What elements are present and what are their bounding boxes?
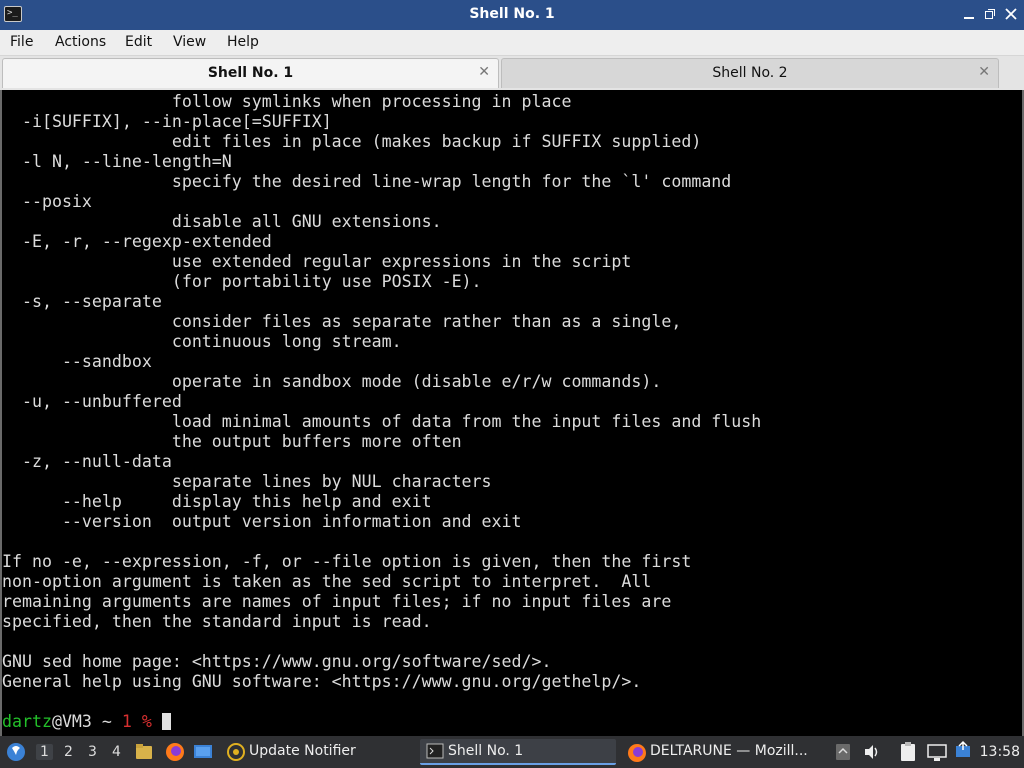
menu-edit[interactable]: Edit [125,34,152,50]
close-icon [1005,8,1017,20]
folder-icon [136,744,152,759]
prompt-history-number: 1 % [121,712,152,731]
start-menu-icon [7,743,25,761]
tray-expand-button[interactable] [834,736,852,768]
terminal-line: --posix [2,192,92,211]
tab-close-icon[interactable]: ✕ [478,64,490,80]
volume-button[interactable] [862,736,882,768]
task-shell-1[interactable]: Shell No. 1 [420,739,616,765]
menu-view[interactable]: View [173,34,206,50]
file-manager-launcher[interactable] [134,736,154,768]
terminal-line: GNU sed home page: <https://www.gnu.org/… [2,652,552,671]
terminal-line: consider files as separate rather than a… [2,312,682,331]
clock: 13:58 [979,744,1020,760]
volume-icon [865,745,878,759]
terminal-line: use extended regular expressions in the … [2,252,632,271]
terminal-line: continuous long stream. [2,332,402,351]
terminal-line: -z, --null-data [2,452,172,471]
terminal-line: --help display this help and exit [2,492,432,511]
desktop-2[interactable]: 2 [64,744,73,760]
tab-bar: Shell No. 1 ✕ Shell No. 2 ✕ [0,56,1024,90]
tab-label: Shell No. 1 [207,65,294,81]
start-menu-button[interactable] [4,736,28,768]
prompt-spacer [152,712,162,731]
update-status-icon [956,740,970,757]
terminal-line: separate lines by NUL characters [2,472,492,491]
tray-expand-icon [836,744,850,760]
network-button[interactable] [926,736,948,768]
update-notifier-icon [227,743,245,761]
desktop-icon [194,745,212,758]
minimize-button[interactable] [961,6,977,22]
desktop-1[interactable]: 1 [36,744,53,760]
firefox-launcher[interactable] [164,736,186,768]
terminal-line: specify the desired line-wrap length for… [2,172,732,191]
window-title: Shell No. 1 [469,6,555,22]
terminal-line: General help using GNU software: <https:… [2,672,642,691]
tab-close-icon[interactable]: ✕ [978,64,990,80]
tab-label: Shell No. 2 [712,65,788,81]
terminal-line: non-option argument is taken as the sed … [2,572,652,591]
task-label: Update Notifier [249,743,356,759]
shell-prompt[interactable]: dartz@VM3 ~ 1 % [2,712,761,732]
task-label: DELTARUNE — Mozill... [650,743,808,759]
network-icon [927,744,947,761]
terminal-line: If no -e, --expression, -f, or --file op… [2,552,692,571]
terminal-line: remaining arguments are names of input f… [2,592,672,611]
terminal-icon [426,743,444,759]
window-title-bar[interactable]: >_ Shell No. 1 [0,0,1024,30]
taskbar: 1 2 3 4 Update Notifier Shell No. 1 DELT… [0,736,1024,768]
update-status-button[interactable] [954,736,972,768]
restore-icon [985,9,995,19]
show-desktop-launcher[interactable] [192,736,214,768]
task-label: Shell No. 1 [448,743,524,759]
terminal-line: -i[SUFFIX], --in-place[=SUFFIX] [2,112,332,131]
firefox-icon [166,743,184,761]
desktop-4[interactable]: 4 [112,744,121,760]
terminal-line: -u, --unbuffered [2,392,182,411]
menu-bar: File Actions Edit View Help [0,30,1024,56]
terminal-line: the output buffers more often [2,432,462,451]
terminal-line: -l N, --line-length=N [2,152,232,171]
terminal-line: specified, then the standard input is re… [2,612,432,631]
minimize-icon [964,17,974,19]
restore-button[interactable] [982,6,998,22]
terminal-line: operate in sandbox mode (disable e/r/w c… [2,372,662,391]
terminal-line: load minimal amounts of data from the in… [2,412,762,431]
text-cursor [161,713,171,730]
tab-shell-1[interactable]: Shell No. 1 ✕ [2,58,499,88]
close-button[interactable] [1003,6,1019,22]
firefox-icon [628,744,646,762]
terminal-line: --sandbox [2,352,152,371]
terminal-output: follow symlinks when processing in place… [2,92,761,732]
terminal-line: follow symlinks when processing in place [2,92,572,111]
tab-shell-2[interactable]: Shell No. 2 ✕ [501,58,999,88]
terminal-line: -s, --separate [2,292,162,311]
menu-actions[interactable]: Actions [55,34,106,50]
terminal-line: (for portability use POSIX -E). [2,272,482,291]
terminal-line: -E, -r, --regexp-extended [2,232,272,251]
clipboard-icon [901,742,915,761]
terminal-line: disable all GNU extensions. [2,212,442,231]
task-update-notifier[interactable]: Update Notifier [222,739,418,765]
prompt-user: dartz [2,712,52,731]
task-firefox[interactable]: DELTARUNE — Mozill... [624,739,820,765]
prompt-host: @VM3 ~ [51,712,122,731]
terminal-view[interactable]: follow symlinks when processing in place… [0,90,1024,736]
terminal-line: --version output version information and… [2,512,522,531]
desktop-3[interactable]: 3 [88,744,97,760]
menu-file[interactable]: File [10,34,33,50]
terminal-line: edit files in place (makes backup if SUF… [2,132,702,151]
clipboard-button[interactable] [898,736,918,768]
menu-help[interactable]: Help [227,34,259,50]
